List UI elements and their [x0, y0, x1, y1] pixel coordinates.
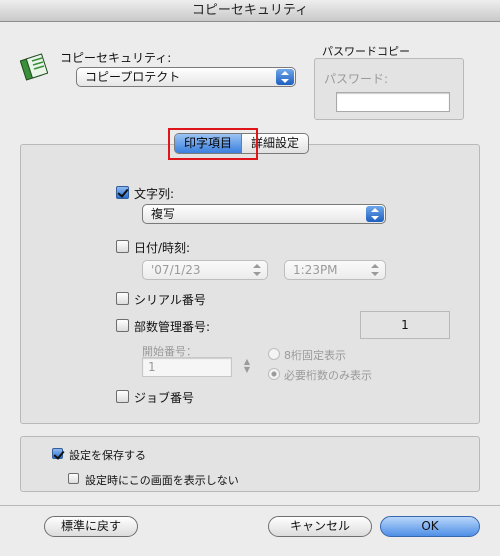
stepper-arrows-icon [366, 262, 384, 278]
copy-security-dialog: コピーセキュリティ コピーセキュリティ: コピープロテクト パスワードコピー パ… [0, 0, 500, 556]
save-settings-label: 設定を保存する [69, 449, 146, 462]
copy-security-value: コピープロテクト [85, 70, 181, 84]
required-digits-label: 必要桁数のみ表示 [284, 369, 372, 382]
radio-fixed-digits[interactable] [268, 348, 280, 360]
save-settings-checkbox[interactable] [52, 448, 63, 459]
password-label: パスワード: [324, 72, 389, 86]
text-value: 複写 [151, 207, 176, 221]
copy-count-value: 1 [360, 311, 450, 339]
password-copy-group-title: パスワードコピー [322, 45, 410, 58]
stepper-arrows-icon [248, 262, 266, 278]
popup-arrows-icon [366, 206, 384, 222]
datetime-label: 日付/時刻: [134, 241, 191, 255]
date-value: '07/1/23 [151, 263, 201, 277]
text-checkbox[interactable] [116, 186, 129, 199]
copy-security-popup[interactable]: コピープロテクト [76, 67, 296, 87]
text-popup[interactable]: 複写 [142, 204, 386, 224]
cancel-button[interactable]: キャンセル [268, 516, 372, 537]
restore-defaults-button[interactable]: 標準に戻す [44, 516, 138, 537]
copy-security-label: コピーセキュリティ: [60, 51, 172, 65]
divider [0, 505, 500, 506]
tab-panel [20, 144, 480, 424]
copy-security-icon [20, 53, 48, 81]
copy-count-checkbox[interactable] [116, 319, 129, 332]
datetime-checkbox[interactable] [116, 240, 129, 253]
time-value: 1:23PM [293, 263, 338, 277]
job-number-label: ジョブ番号 [134, 391, 195, 405]
time-stepper-field[interactable]: 1:23PM [284, 260, 386, 280]
highlight-box [168, 128, 258, 160]
serial-label: シリアル番号 [134, 293, 206, 307]
copy-count-label: 部数管理番号: [134, 320, 211, 334]
date-stepper-field[interactable]: '07/1/23 [142, 260, 268, 280]
password-field[interactable] [336, 92, 450, 112]
start-number-field[interactable]: 1 [142, 357, 232, 377]
dont-show-label: 設定時にこの画面を表示しない [85, 474, 239, 487]
ok-button[interactable]: OK [380, 516, 480, 537]
job-number-checkbox[interactable] [116, 390, 129, 403]
dont-show-checkbox[interactable] [68, 473, 79, 484]
text-label: 文字列: [134, 187, 175, 201]
window-title: コピーセキュリティ [0, 0, 500, 22]
start-number-stepper[interactable]: ▲ ▼ [242, 358, 252, 374]
serial-checkbox[interactable] [116, 292, 129, 305]
radio-required-digits[interactable] [268, 368, 280, 380]
popup-arrows-icon [276, 69, 294, 85]
fixed-digits-label: 8桁固定表示 [284, 349, 346, 362]
